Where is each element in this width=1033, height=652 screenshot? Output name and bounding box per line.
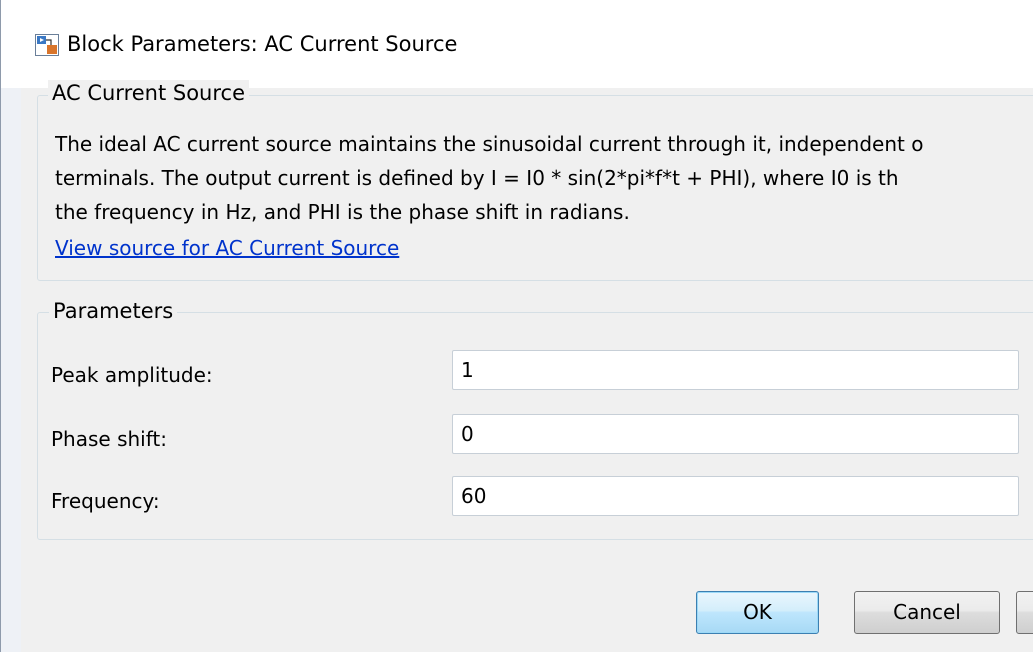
parameters-group-title: Parameters xyxy=(49,298,178,324)
description-group-title: AC Current Source xyxy=(48,80,250,106)
peak-amplitude-input[interactable]: 1 xyxy=(452,350,1019,390)
description-line: the frequency in Hz, and PHI is the phas… xyxy=(55,200,630,224)
frequency-label: Frequency: xyxy=(51,489,160,513)
simulink-block-icon xyxy=(35,34,59,56)
block-description: The ideal AC current source maintains th… xyxy=(55,127,1033,229)
description-line: The ideal AC current source maintains th… xyxy=(55,132,924,156)
view-source-link[interactable]: View source for AC Current Source xyxy=(55,234,399,262)
cancel-button[interactable]: Cancel xyxy=(854,591,1000,634)
peak-amplitude-label: Peak amplitude: xyxy=(51,363,213,387)
phase-shift-label: Phase shift: xyxy=(51,427,167,451)
phase-shift-input[interactable]: 0 xyxy=(452,414,1019,454)
dialog-window: Block Parameters: AC Current Source AC C… xyxy=(0,0,1033,652)
ok-button[interactable]: OK xyxy=(696,591,819,634)
description-line: terminals. The output current is defined… xyxy=(55,166,899,190)
help-button[interactable] xyxy=(1016,591,1033,634)
window-title: Block Parameters: AC Current Source xyxy=(67,32,458,56)
frequency-input[interactable]: 60 xyxy=(452,476,1019,516)
title-bar[interactable]: Block Parameters: AC Current Source xyxy=(1,0,1033,88)
